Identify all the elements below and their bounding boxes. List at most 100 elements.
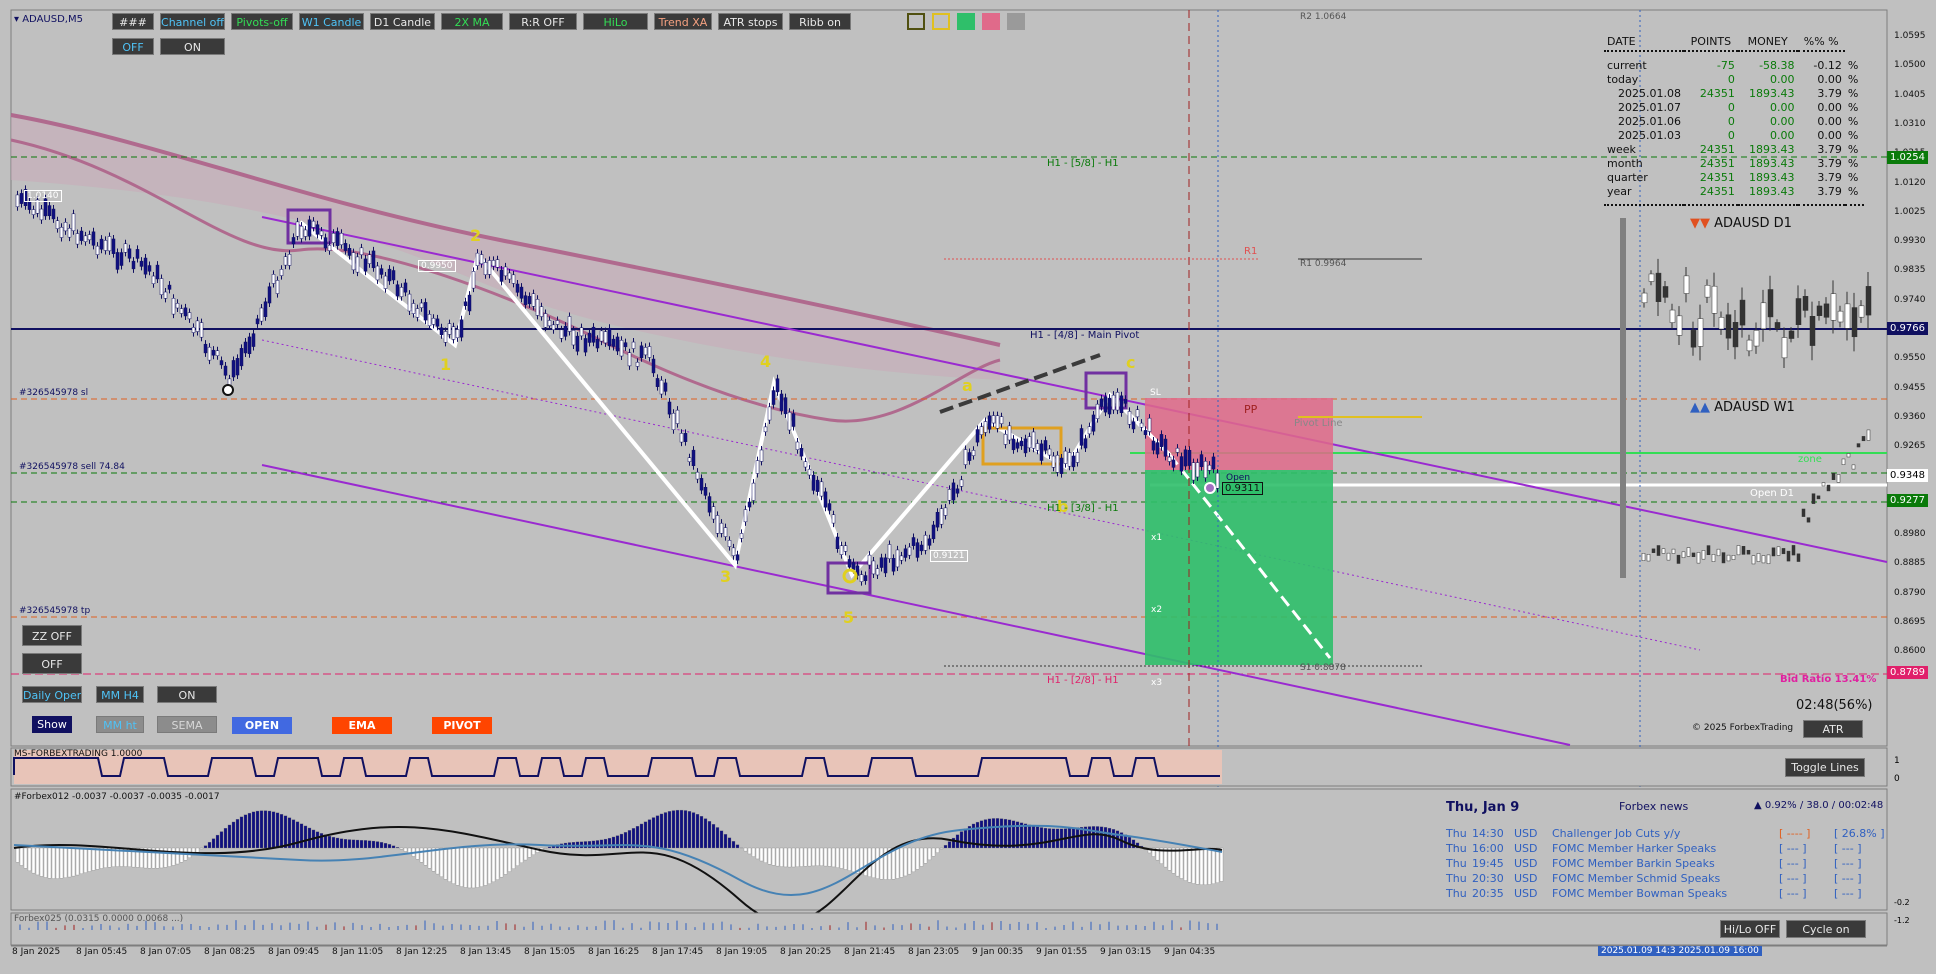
candle-body xyxy=(91,231,96,246)
toolbar-btn-atr-stops[interactable]: ATR stops xyxy=(718,13,783,30)
candle-body xyxy=(1103,396,1108,413)
candle-body xyxy=(131,260,136,270)
mini-candle xyxy=(1655,272,1662,302)
candle-body xyxy=(623,342,628,348)
symbol-title[interactable]: ▾ ADAUSD,M5 xyxy=(14,14,83,25)
mini-candle xyxy=(1718,317,1725,330)
price-box: 0.9277 xyxy=(1887,494,1928,507)
histogram-bar xyxy=(939,847,944,850)
ema-button[interactable]: EMA xyxy=(332,717,392,734)
candle-body xyxy=(919,544,924,552)
candle-body xyxy=(111,238,116,254)
stats-pct: 0.00 xyxy=(1817,114,1842,128)
h1-28-label: H1 - [2/8] - H1 xyxy=(1047,675,1119,686)
candle-body xyxy=(371,250,376,269)
swatch-green[interactable] xyxy=(957,13,975,30)
h1-48-label: H1 - [4/8] - Main Pivot xyxy=(1030,330,1140,341)
toolbar-btn-pivots[interactable]: Pivots-off xyxy=(231,13,293,30)
histogram-bar xyxy=(343,839,348,849)
swatch-gray[interactable] xyxy=(1007,13,1025,30)
mm-on-button[interactable]: ON xyxy=(157,686,217,703)
news-time: 16:00 xyxy=(1472,842,1504,855)
news-row[interactable]: Thu 19:45 USD FOMC Member Barkin Speaks [ --… xyxy=(1444,857,1874,872)
hilo-off-button[interactable]: Hi/Lo OFF xyxy=(1720,920,1780,938)
candle-body xyxy=(839,545,844,555)
stats-pct: 0.00 xyxy=(1817,72,1842,86)
mini-candle-w1 xyxy=(1701,550,1706,560)
stats-money: 1893.43 xyxy=(1749,86,1795,100)
x2-label: x2 xyxy=(1151,605,1163,615)
stats-label: year xyxy=(1607,184,1632,198)
candle-body xyxy=(539,306,544,317)
news-time: 19:45 xyxy=(1472,857,1504,870)
off-button[interactable]: OFF xyxy=(22,653,82,674)
candle-body xyxy=(387,268,392,282)
histogram-bar xyxy=(835,847,840,868)
histogram-bar xyxy=(1175,847,1180,877)
news-row[interactable]: Thu 14:30 USD Challenger Job Cuts y/y [ ----… xyxy=(1444,827,1885,842)
toolbar-btn-ribb[interactable]: Ribb on xyxy=(789,13,851,30)
toolbar-btn-hilo[interactable]: HiLo xyxy=(583,13,648,30)
candle-body xyxy=(1199,454,1204,467)
histogram-bar xyxy=(1099,826,1104,849)
histogram-bar xyxy=(1047,828,1052,849)
mm-ht-button[interactable]: MM ht xyxy=(96,716,144,733)
candle-body xyxy=(483,262,488,275)
histogram-bar xyxy=(403,847,408,852)
toolbar-btn-off[interactable]: OFF xyxy=(112,38,154,55)
candle-body xyxy=(759,449,764,462)
toolbar-btn-channel[interactable]: Channel off xyxy=(160,13,225,30)
toolbar-btn-hash[interactable]: ### xyxy=(112,13,154,30)
stats-unit: % xyxy=(1847,142,1859,156)
news-row[interactable]: Thu 20:30 USD FOMC Member Schmid Speaks [ --… xyxy=(1444,872,1874,887)
time-axis-label: 8 Jan 2025 xyxy=(12,947,61,957)
histogram-bar xyxy=(783,847,788,868)
pivot-button[interactable]: PIVOT xyxy=(432,717,492,734)
candle-body xyxy=(1187,449,1192,466)
mini-candle-w1 xyxy=(1676,554,1681,564)
atr-button[interactable]: ATR xyxy=(1803,720,1863,738)
candle-body xyxy=(1015,442,1020,449)
candle-body xyxy=(403,282,408,293)
mm-h4-button[interactable]: MM H4 xyxy=(96,686,144,703)
sema-button[interactable]: SEMA xyxy=(157,716,217,733)
show-button[interactable]: Show xyxy=(32,716,72,733)
histogram-bar xyxy=(1215,847,1220,883)
swatch-yellow[interactable] xyxy=(932,13,950,30)
histogram-bar xyxy=(943,845,948,849)
toggle-lines-button[interactable]: Toggle Lines xyxy=(1785,758,1865,777)
candle-body xyxy=(683,433,688,442)
zz-toggle-button[interactable]: ZZ OFF xyxy=(22,625,82,646)
mini-candle xyxy=(1795,298,1802,326)
candle-body xyxy=(339,233,344,246)
stats-unit: % xyxy=(1847,58,1859,72)
toolbar-btn-d1-candle[interactable]: D1 Candle xyxy=(370,13,435,30)
reward-zone xyxy=(1145,470,1333,665)
mini-candle xyxy=(1802,296,1809,311)
toolbar-btn-trend-xa[interactable]: Trend XA xyxy=(654,13,712,30)
candle-body xyxy=(783,397,788,415)
candle-body xyxy=(687,457,692,463)
news-currency: USD xyxy=(1514,872,1538,885)
news-row[interactable]: Thu 16:00 USD FOMC Member Harker Speaks [ --… xyxy=(1444,842,1874,857)
toolbar-btn-w1-candle[interactable]: W1 Candle xyxy=(299,13,364,30)
daily-open-button[interactable]: Daily Open xyxy=(22,686,82,703)
histogram-bar xyxy=(435,847,440,875)
price-scale-label: 0.9930 xyxy=(1894,236,1926,247)
toolbar-btn-rr[interactable]: R:R OFF xyxy=(509,13,577,30)
sub1-scale-0: 0 xyxy=(1894,774,1900,784)
wave-label-2: 2 xyxy=(470,226,482,245)
toolbar-btn-2x-ma[interactable]: 2X MA xyxy=(441,13,503,30)
toolbar-btn-on[interactable]: ON xyxy=(160,38,225,55)
candle-body xyxy=(1011,438,1016,451)
swatch-pink[interactable] xyxy=(982,13,1000,30)
candle-body xyxy=(579,327,584,337)
news-row[interactable]: Thu 20:35 USD FOMC Member Bowman Speaks [ --… xyxy=(1444,887,1874,902)
cycle-on-button[interactable]: Cycle on xyxy=(1786,920,1866,938)
news-previous: [ --- ] xyxy=(1834,872,1862,885)
swatch-olive[interactable] xyxy=(907,13,925,30)
histogram-bar xyxy=(507,847,512,872)
candle-body xyxy=(911,537,916,546)
stats-row: month 24351 1893.43 3.79% xyxy=(1604,156,1864,170)
open-button[interactable]: OPEN xyxy=(232,717,292,734)
